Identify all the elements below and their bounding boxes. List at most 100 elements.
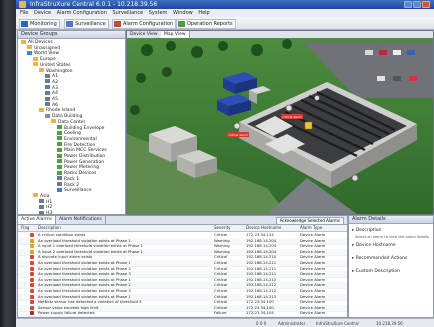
severity-flag-icon: [30, 233, 34, 237]
device-groups-header: Device Groups: [18, 31, 125, 39]
camera-icon: [57, 187, 62, 192]
tab-alarm-notifications[interactable]: Alarm Notifications: [56, 216, 106, 224]
device-icon: [57, 153, 62, 158]
device-icon: [57, 130, 62, 135]
menu-bar: File Device Alarm Configuration Surveill…: [16, 9, 434, 17]
severity-flag-icon: [30, 277, 34, 282]
cell-type: Device Alarm: [300, 310, 326, 316]
tab-active-alarms[interactable]: Active Alarms: [18, 216, 56, 224]
cell-severity: Failure: [214, 310, 227, 316]
maximize-button[interactable]: [413, 1, 421, 8]
view-tabs: Device View Map View: [127, 31, 433, 38]
rack-icon: [45, 85, 50, 90]
folder-icon: [33, 62, 38, 67]
status-server: 10.218.39.56: [376, 321, 403, 326]
menu-file[interactable]: File: [20, 10, 28, 16]
title-bar: InfraStruXure Central 6.0.1 - 10.218.39.…: [16, 0, 434, 9]
severity-flag-icon: [30, 294, 34, 299]
toolbar-monitoring-button[interactable]: Monitoring: [19, 19, 60, 29]
severity-flag-icon: [30, 266, 34, 271]
column-flag[interactable]: Flag: [21, 225, 29, 231]
tree-node[interactable]: Surveillance: [57, 187, 92, 194]
rack-icon: [45, 90, 50, 95]
rack-icon: [39, 210, 44, 215]
menu-system[interactable]: System: [149, 10, 168, 16]
column-severity[interactable]: Severity: [214, 225, 231, 231]
details-section-custom-description[interactable]: Custom Description: [352, 269, 400, 274]
toolbar-button-label: Monitoring: [30, 21, 57, 27]
panel-title: Device Groups: [21, 31, 58, 37]
table-row[interactable]: Power supply failure detected Failure 172.…: [18, 310, 347, 318]
alarm-details-panel: Alarm Details Description Select an alar…: [348, 215, 434, 318]
active-alarms-panel: Active Alarms Alarm Notifications Acknow…: [17, 215, 348, 318]
status-user: Administrator: [278, 321, 306, 326]
cell-description: Power supply failure detected: [38, 310, 95, 316]
severity-flag-icon: [30, 261, 34, 265]
details-section-device-hostname[interactable]: Device Hostname: [352, 243, 396, 248]
minimize-button[interactable]: [404, 1, 412, 8]
details-hint: Select an alarm to view the alarm detail…: [355, 235, 429, 239]
rack-icon: [39, 204, 44, 209]
severity-flag-icon: [30, 272, 34, 277]
rack-icon: [57, 182, 62, 186]
cell-host: 172.23.34.104: [246, 310, 274, 316]
details-section-description[interactable]: Description: [352, 228, 382, 233]
toolbar-surveillance-button[interactable]: Surveillance: [64, 19, 109, 29]
toolbar-button-label: Alarm Configuration: [123, 21, 174, 27]
severity-flag-icon: [30, 249, 34, 254]
column-device-hostname[interactable]: Device Hostname: [246, 225, 281, 231]
severity-flag-icon: [30, 305, 34, 310]
toolbar: Monitoring Surveillance Alarm Configurat…: [16, 17, 434, 30]
device-icon: [57, 147, 62, 152]
severity-flag-icon: [30, 283, 34, 288]
status-bar: 0 0 0 Administrator InfraStruXure Centra…: [16, 318, 434, 327]
application-window: InfraStruXure Central 6.0.1 - 10.218.39.…: [16, 0, 434, 327]
toolbar-alarm-configuration-button[interactable]: Alarm Configuration: [112, 19, 177, 29]
close-button[interactable]: [422, 1, 430, 8]
toolbar-button-label: Surveillance: [75, 21, 106, 27]
acknowledge-alarms-button[interactable]: Acknowledge Selected Alarms: [275, 217, 344, 225]
menu-surveillance[interactable]: Surveillance: [112, 10, 143, 16]
device-icon: [57, 136, 62, 141]
folder-icon: [21, 39, 26, 44]
folder-icon: [39, 68, 44, 72]
app-icon: [19, 1, 26, 8]
monitor-icon: [21, 21, 28, 27]
column-description[interactable]: Description: [38, 225, 61, 231]
device-icon: [57, 164, 62, 169]
rack-icon: [45, 73, 50, 78]
selected-rack-marker[interactable]: [304, 121, 313, 130]
severity-flag-icon: [30, 244, 34, 249]
building-icon: [45, 113, 50, 118]
tab-map-view[interactable]: Map View: [161, 31, 190, 38]
folder-icon: [33, 193, 38, 198]
alarm-badge-text: critical alarm: [228, 133, 248, 137]
toolbar-operation-reports-button[interactable]: Operation Reports: [176, 19, 236, 29]
report-icon: [178, 21, 185, 27]
globe-icon: [27, 50, 32, 55]
map-view-panel: Device View Map View critical alarm crit…: [126, 30, 434, 215]
tab-device-view[interactable]: Device View: [127, 31, 162, 38]
alarm-table-header: Flag Description Severity Device Hostnam…: [18, 225, 347, 232]
bell-icon: [114, 21, 121, 27]
panel-title: Alarm Details: [352, 216, 386, 222]
toolbar-button-label: Operation Reports: [187, 21, 233, 27]
details-section-recommended-actions[interactable]: Recommended Actions: [352, 256, 408, 261]
alarm-badge-text: critical alarm: [282, 115, 302, 119]
menu-help[interactable]: Help: [198, 10, 209, 16]
device-icon: [57, 159, 62, 164]
menu-window[interactable]: Window: [173, 10, 193, 16]
menu-alarm-configuration[interactable]: Alarm Configuration: [57, 10, 107, 16]
rack-icon: [39, 199, 44, 204]
tree-node-label: Surveillance: [64, 188, 92, 194]
folder-icon: [27, 45, 32, 50]
column-alarm-type[interactable]: Alarm Type: [300, 225, 322, 231]
rack-icon: [45, 102, 50, 107]
folder-icon: [51, 119, 56, 124]
menu-device[interactable]: Device: [34, 10, 51, 16]
alarm-details-header: Alarm Details: [349, 216, 433, 224]
camera-icon: [66, 21, 73, 27]
rack-icon: [45, 96, 50, 101]
status-counts: 0 0 0: [256, 321, 267, 326]
datacenter-3d-scene[interactable]: critical alarm critical alarm: [127, 38, 433, 214]
